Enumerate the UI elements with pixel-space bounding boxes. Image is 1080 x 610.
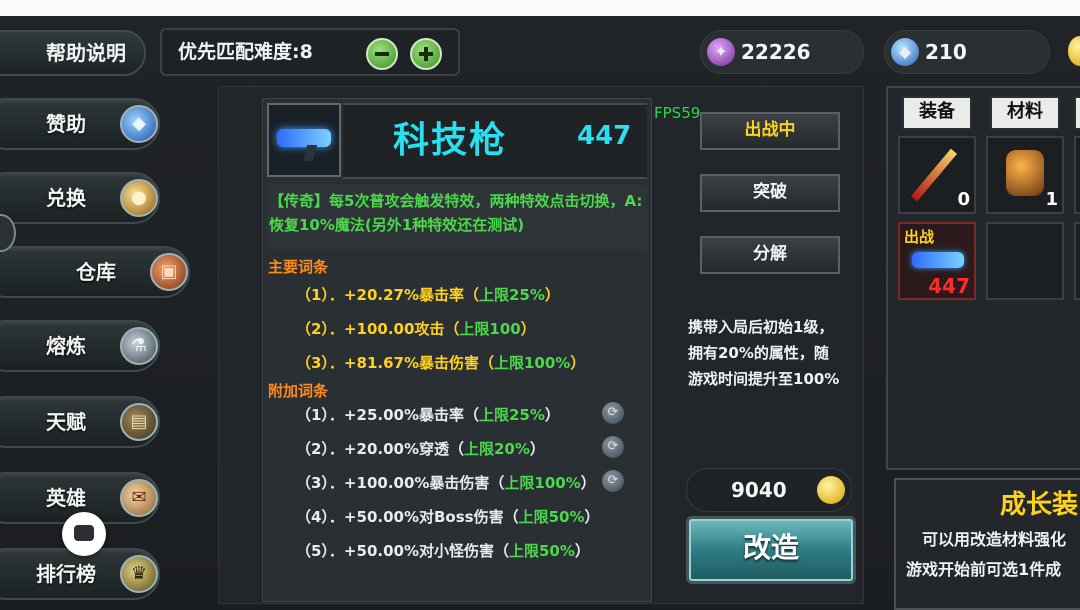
slot-power: 447 [928,274,970,298]
slot-count: 0 [957,189,970,210]
extra-stats-title: 附加词条 [268,382,329,400]
main-stat-row: （2）．+100.00攻击（上限100） [296,320,536,338]
item-thumbnail [267,103,341,177]
fps-counter: FPS59 [654,104,701,122]
chest-icon: ▣ [150,253,188,291]
gem-icon: ◆ [120,105,158,143]
decompose-button[interactable]: 分解 [700,236,840,274]
crystal-value: 22226 [741,40,811,64]
main-stats-title: 主要词条 [268,258,329,276]
sidebar-item-sponsor[interactable]: 赞助 ◆ [0,98,160,150]
help-button[interactable]: 帮助说明 [0,30,146,76]
difficulty-plus-button[interactable] [410,38,442,70]
deploy-tag: 出战 [904,228,935,246]
carry-info: 携带入局后初始1级， 拥有20%的属性，随 游戏时间提升至100% [688,318,840,388]
coin-icon [817,476,845,504]
sword-icon [911,148,957,202]
reroll-icon[interactable]: ⟳ [602,402,624,424]
item-power: 447 [577,121,632,151]
minus-icon [375,52,389,56]
furnace-icon: ⚗ [120,327,158,365]
sidebar-item-label: 仓库 [76,260,116,284]
growth-line: 游戏开始前可选1件成 [906,560,1062,579]
crystal-icon: ✦ [707,38,735,66]
sidebar-item-exchange[interactable]: 兑换 ● [0,172,160,224]
status-strip [0,0,1080,16]
tech-gun-icon [912,252,964,268]
sidebar-item-ranking[interactable]: 排行榜 ♛ [0,548,160,600]
inventory-slot[interactable] [986,222,1064,300]
difficulty-minus-button[interactable] [366,38,398,70]
inventory-slot[interactable] [1074,136,1080,214]
extra-stat-row: （4）．+50.00%对Boss伤害（上限50%） [296,508,600,526]
extra-stat-row: （5）．+50.00%对小怪伤害（上限50%） [296,542,590,560]
item-name: 科技枪 [393,120,508,161]
chat-bubble-button[interactable] [62,512,106,556]
modify-button[interactable]: 改造 [686,516,856,584]
gem-value: 210 [925,40,967,64]
gauntlet-icon [1006,150,1044,196]
slot-count: 1 [1045,189,1058,210]
sidebar-item-label: 熔炼 [46,334,86,358]
sidebar-item-talent[interactable]: 天赋 ▤ [0,396,160,448]
growth-title: 成长装 [1000,490,1079,520]
item-description: 【传奇】每5次普攻会触发特效，两种特效点击切换，A:恢复10%魔法(另外1种特效… [267,185,647,249]
inventory-slot-deployed[interactable]: 出战 447 [898,222,976,300]
deploy-button[interactable]: 出战中 [700,112,840,150]
scroll-icon: ✉ [120,479,158,517]
inventory-slot[interactable] [1074,222,1080,300]
chat-icon [74,525,94,541]
tech-gun-icon [277,129,331,147]
gem-icon: ◆ [891,38,919,66]
difficulty-panel: 优先匹配难度:8 [160,28,460,76]
coins-icon: ● [120,179,158,217]
sidebar-item-warehouse[interactable]: 仓库 ▣ [0,246,190,298]
difficulty-label: 优先匹配难度:8 [178,41,313,63]
deploy-button-label: 出战中 [744,120,796,140]
modify-button-label: 改造 [742,531,799,564]
sidebar-item-label: 兑换 [46,186,86,210]
sidebar-item-label: 天赋 [46,410,86,434]
breakthrough-button-label: 突破 [753,182,787,202]
crystal-resource: ✦ 22226 [700,30,864,74]
breakthrough-button[interactable]: 突破 [700,174,840,212]
cost-display: 9040 [686,468,852,512]
sidebar-item-label: 排行榜 [36,562,96,586]
extra-stat-row: （2）．+20.00%穿透（上限20%） [296,440,545,458]
sidebar-item-smelt[interactable]: 熔炼 ⚗ [0,320,160,372]
extra-stat-row: （3）．+100.00%暴击伤害（上限100%） [296,474,596,492]
tab-material[interactable]: 材料 [990,96,1060,130]
help-button-label: 帮助说明 [46,41,126,65]
tab-equipment[interactable]: 装备 [902,96,972,130]
reroll-icon[interactable]: ⟳ [602,436,624,458]
extra-stat-row: （1）．+25.00%暴击率（上限25%） [296,406,560,424]
tab-more[interactable] [1074,96,1080,130]
main-stat-row: （1）．+20.27%暴击率（上限25%） [296,286,560,304]
gem-resource: ◆ 210 [884,30,1050,74]
cost-value: 9040 [731,478,787,502]
inventory-slot[interactable]: 1 [986,136,1064,214]
decompose-button-label: 分解 [753,244,787,264]
trophy-icon: ♛ [120,555,158,593]
growth-line: 可以用改造材料强化 [922,530,1067,549]
main-stat-row: （3）．+81.67%暴击伤害（上限100%） [296,354,586,372]
sidebar-item-label: 赞助 [46,112,86,136]
reroll-icon[interactable]: ⟳ [602,470,624,492]
inventory-slot[interactable]: 0 [898,136,976,214]
book-icon: ▤ [120,403,158,441]
